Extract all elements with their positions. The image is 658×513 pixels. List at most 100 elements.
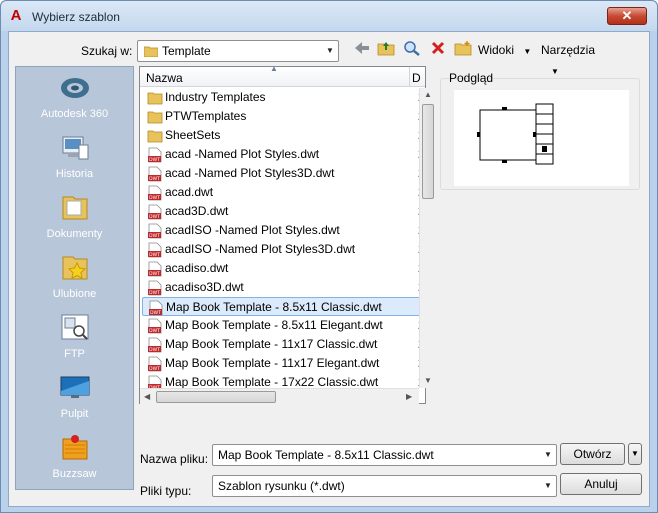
- filetype-dropdown[interactable]: Szablon rysunku (*.dwt) ▼: [212, 475, 557, 497]
- place-label: Autodesk 360: [40, 108, 109, 120]
- folder-icon: [147, 109, 163, 125]
- column-date-header[interactable]: D: [412, 71, 421, 85]
- horizontal-scroll-thumb[interactable]: [156, 391, 276, 403]
- new-folder-icon[interactable]: [454, 40, 472, 60]
- file-row[interactable]: DWT Map Book Template - 8.5x11 Classic.dw…: [142, 297, 420, 316]
- file-row[interactable]: DWTacadiso3D.dwt2: [142, 278, 420, 297]
- file-row[interactable]: DWTacad -Named Plot Styles.dwt2: [142, 145, 420, 164]
- documents-folder-icon: [62, 196, 88, 220]
- folder-row[interactable]: Industry Templates2: [142, 88, 420, 107]
- place-ftp[interactable]: FTP: [16, 309, 133, 367]
- dwt-file-icon: DWT: [147, 147, 163, 163]
- file-row[interactable]: DWT Map Book Template - 8.5x11 Elegant.dw…: [142, 316, 420, 335]
- views-menu[interactable]: Widoki ▼: [478, 40, 538, 60]
- filename-value: Map Book Template - 8.5x11 Classic.dwt: [218, 448, 434, 462]
- preview-label: Podgląd: [449, 71, 494, 85]
- dwt-file-icon: DWT: [147, 375, 163, 388]
- file-name: acad3D.dwt: [165, 204, 229, 218]
- chevron-down-icon: ▼: [544, 481, 552, 490]
- dialog-client-area: Szukaj w: Template ▼ Widoki ▼ Narzędzia …: [8, 31, 650, 507]
- file-name: acadISO -Named Plot Styles3D.dwt: [165, 242, 356, 256]
- place-documents[interactable]: Dokumenty: [16, 189, 133, 247]
- svg-text:DWT: DWT: [149, 157, 160, 163]
- chevron-down-icon: ▼: [326, 46, 334, 55]
- file-row[interactable]: DWT Map Book Template - 11x17 Classic.dwt…: [142, 335, 420, 354]
- folder-row[interactable]: PTWTemplates2: [142, 107, 420, 126]
- file-name: acadiso.dwt: [165, 261, 229, 275]
- dwt-file-icon: DWT: [147, 185, 163, 201]
- scroll-left-icon[interactable]: ◀: [144, 392, 150, 401]
- place-buzzsaw[interactable]: Buzzsaw: [16, 429, 133, 487]
- window-title: Wybierz szablon: [32, 10, 120, 24]
- dwt-file-icon: DWT: [148, 300, 164, 316]
- open-button[interactable]: Otwórz: [560, 443, 625, 465]
- place-desktop[interactable]: Pulpit: [16, 369, 133, 427]
- tools-menu[interactable]: Narzędzia ▼: [541, 40, 616, 76]
- folder-icon: [144, 46, 158, 57]
- lookin-dropdown[interactable]: Template ▼: [137, 40, 339, 62]
- dwt-file-icon: DWT: [147, 166, 163, 182]
- chevron-down-icon: ▼: [631, 449, 639, 458]
- file-row[interactable]: DWTMap Book Template - 17x22 Classic.dwt…: [142, 373, 420, 388]
- file-name: Map Book Template - 17x22 Classic.dwt: [165, 375, 379, 388]
- scroll-down-icon[interactable]: ▼: [424, 376, 432, 385]
- autocad-logo-icon: A: [10, 7, 22, 24]
- cancel-button[interactable]: Anuluj: [560, 473, 642, 495]
- scroll-up-icon[interactable]: ▲: [424, 90, 432, 99]
- chevron-down-icon: ▼: [551, 67, 559, 76]
- file-name: acad.dwt: [165, 185, 214, 199]
- file-name: acad -Named Plot Styles.dwt: [165, 147, 320, 161]
- template-preview-image: [454, 90, 629, 186]
- places-bar: Autodesk 360 Historia Dokumenty Ulubione…: [15, 66, 134, 490]
- filetype-value: Szablon rysunku (*.dwt): [218, 479, 345, 493]
- file-row[interactable]: DWTacad.dwt2: [142, 183, 420, 202]
- column-name-header[interactable]: Nazwa: [146, 71, 183, 85]
- file-name: Map Book Template - 8.5x11 Classic.dwt: [166, 300, 382, 314]
- sort-ascending-icon: ▲: [270, 64, 278, 73]
- lookin-value: Template: [162, 44, 211, 58]
- file-list[interactable]: ▲ Nazwa D Industry Templates2PTWTemplate…: [139, 64, 436, 404]
- ftp-icon: [61, 314, 89, 340]
- column-header: ▲ Nazwa D: [140, 64, 425, 87]
- filename-input[interactable]: Map Book Template - 8.5x11 Classic.dwt ▼: [212, 444, 557, 466]
- dwt-file-icon: DWT: [147, 261, 163, 277]
- vertical-scrollbar[interactable]: ▲ ▼: [419, 88, 436, 388]
- file-row[interactable]: DWTacad -Named Plot Styles3D.dwt2: [142, 164, 420, 183]
- place-history[interactable]: Historia: [16, 129, 133, 187]
- folder-icon: [147, 128, 163, 144]
- column-separator[interactable]: [409, 67, 410, 87]
- buzzsaw-icon: [62, 435, 88, 460]
- chevron-down-icon[interactable]: ▼: [540, 445, 556, 465]
- folder-icon: [147, 90, 163, 106]
- svg-text:DWT: DWT: [149, 214, 160, 220]
- up-folder-icon[interactable]: [377, 40, 395, 60]
- svg-text:DWT: DWT: [149, 366, 160, 372]
- close-button[interactable]: ✕: [607, 7, 647, 25]
- dwt-file-icon: DWT: [147, 318, 163, 334]
- place-favorites[interactable]: Ulubione: [16, 249, 133, 307]
- horizontal-scrollbar[interactable]: ◀ ▶: [140, 388, 419, 404]
- place-label: Ulubione: [52, 288, 97, 300]
- open-options-dropdown[interactable]: ▼: [628, 443, 642, 465]
- views-label: Widoki: [478, 43, 515, 57]
- svg-text:DWT: DWT: [149, 176, 160, 182]
- file-name: SheetSets: [165, 128, 221, 142]
- file-row[interactable]: DWT Map Book Template - 11x17 Elegant.dwt…: [142, 354, 420, 373]
- place-label: Buzzsaw: [52, 468, 97, 480]
- search-web-icon[interactable]: [403, 40, 421, 60]
- folder-row[interactable]: SheetSets2: [142, 126, 420, 145]
- place-autodesk-360[interactable]: Autodesk 360: [16, 69, 133, 127]
- file-row[interactable]: DWTacad3D.dwt2: [142, 202, 420, 221]
- file-name: acadISO -Named Plot Styles.dwt: [165, 223, 340, 237]
- file-row[interactable]: DWTacadiso.dwt2: [142, 259, 420, 278]
- file-rows: Industry Templates2PTWTemplates2SheetSet…: [140, 88, 420, 388]
- title-bar[interactable]: A Wybierz szablon ✕: [1, 1, 657, 31]
- delete-icon[interactable]: [430, 40, 446, 60]
- back-icon[interactable]: [353, 40, 371, 60]
- scroll-right-icon[interactable]: ▶: [406, 392, 412, 401]
- vertical-scroll-thumb[interactable]: [422, 104, 434, 199]
- dwt-file-icon: DWT: [147, 337, 163, 353]
- lookin-label: Szukaj w:: [81, 44, 133, 58]
- file-row[interactable]: DWTacadISO -Named Plot Styles.dwt2: [142, 221, 420, 240]
- file-row[interactable]: DWTacadISO -Named Plot Styles3D.dwt2: [142, 240, 420, 259]
